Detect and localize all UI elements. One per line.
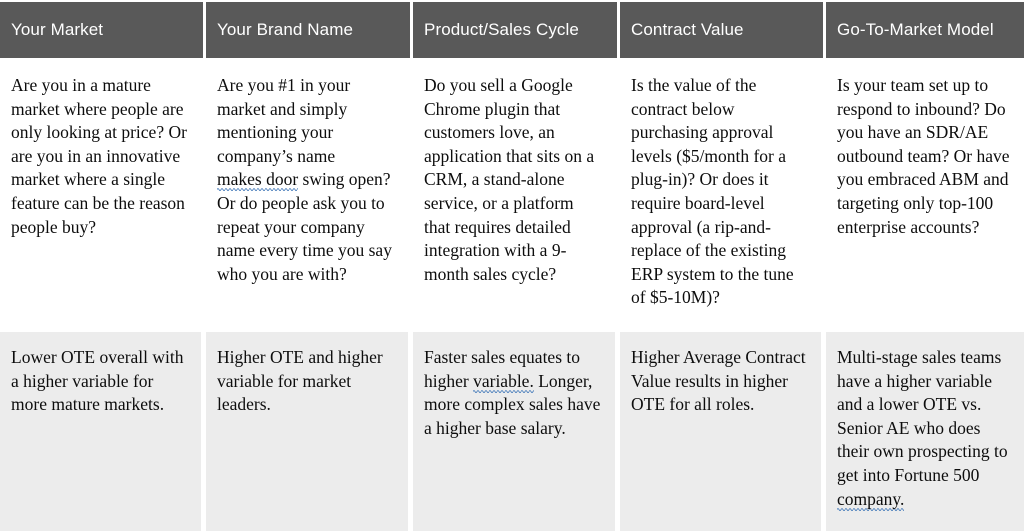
header-row: Your Market Your Brand Name Product/Sale… (0, 2, 1024, 58)
cell-implications-contract-value: Higher Average Contract Value results in… (620, 332, 826, 531)
cell-text: Do you sell a Google Chrome plugin that … (424, 75, 595, 284)
cell-text: Is your team set up to respond to inboun… (837, 75, 1010, 237)
cell-questions-go-to-market-model: Is your team set up to respond to inboun… (826, 58, 1024, 330)
table-header: Your Market Your Brand Name Product/Sale… (0, 2, 1024, 58)
cell-text-lead: Multi-stage sales teams have a higher va… (837, 347, 1008, 485)
cell-text: Higher Average Contract Value results in… (631, 347, 806, 415)
table-row-implications: Lower OTE overall with a higher variable… (0, 332, 1024, 531)
cell-implications-your-market: Lower OTE overall with a higher variable… (0, 332, 206, 531)
table-body: Are you in a mature market where people … (0, 58, 1024, 531)
grammar-flagged-text[interactable]: company. (837, 488, 905, 511)
cell-questions-contract-value: Is the value of the contract below purch… (620, 58, 826, 330)
cell-implications-your-brand-name: Higher OTE and higher variable for marke… (206, 332, 413, 531)
grammar-flagged-text[interactable]: variable. (473, 370, 534, 393)
table-row-questions: Are you in a mature market where people … (0, 58, 1024, 330)
cell-implications-go-to-market-model: Multi-stage sales teams have a higher va… (826, 332, 1024, 531)
column-header-product-sales-cycle: Product/Sales Cycle (413, 2, 620, 58)
grammar-flagged-text[interactable]: makes door (217, 169, 299, 192)
cell-text: Are you in a mature market where people … (11, 75, 187, 237)
column-header-contract-value: Contract Value (620, 2, 826, 58)
cell-questions-product-sales-cycle: Do you sell a Google Chrome plugin that … (413, 58, 620, 330)
cell-text: Lower OTE overall with a higher variable… (11, 347, 184, 415)
comparison-table-container: Your Market Your Brand Name Product/Sale… (0, 2, 1024, 531)
column-header-your-brand-name: Your Brand Name (206, 2, 413, 58)
comparison-matrix-table: Your Market Your Brand Name Product/Sale… (0, 2, 1024, 531)
column-header-your-market: Your Market (0, 2, 206, 58)
column-header-go-to-market-model: Go-To-Market Model (826, 2, 1024, 58)
cell-implications-product-sales-cycle: Faster sales equates to higher variable.… (413, 332, 620, 531)
cell-text: Higher OTE and higher variable for marke… (217, 347, 383, 415)
cell-questions-your-market: Are you in a mature market where people … (0, 58, 206, 330)
cell-text: Is the value of the contract below purch… (631, 75, 794, 308)
cell-text-lead: Are you #1 in your market and simply men… (217, 75, 351, 166)
cell-questions-your-brand-name: Are you #1 in your market and simply men… (206, 58, 413, 330)
